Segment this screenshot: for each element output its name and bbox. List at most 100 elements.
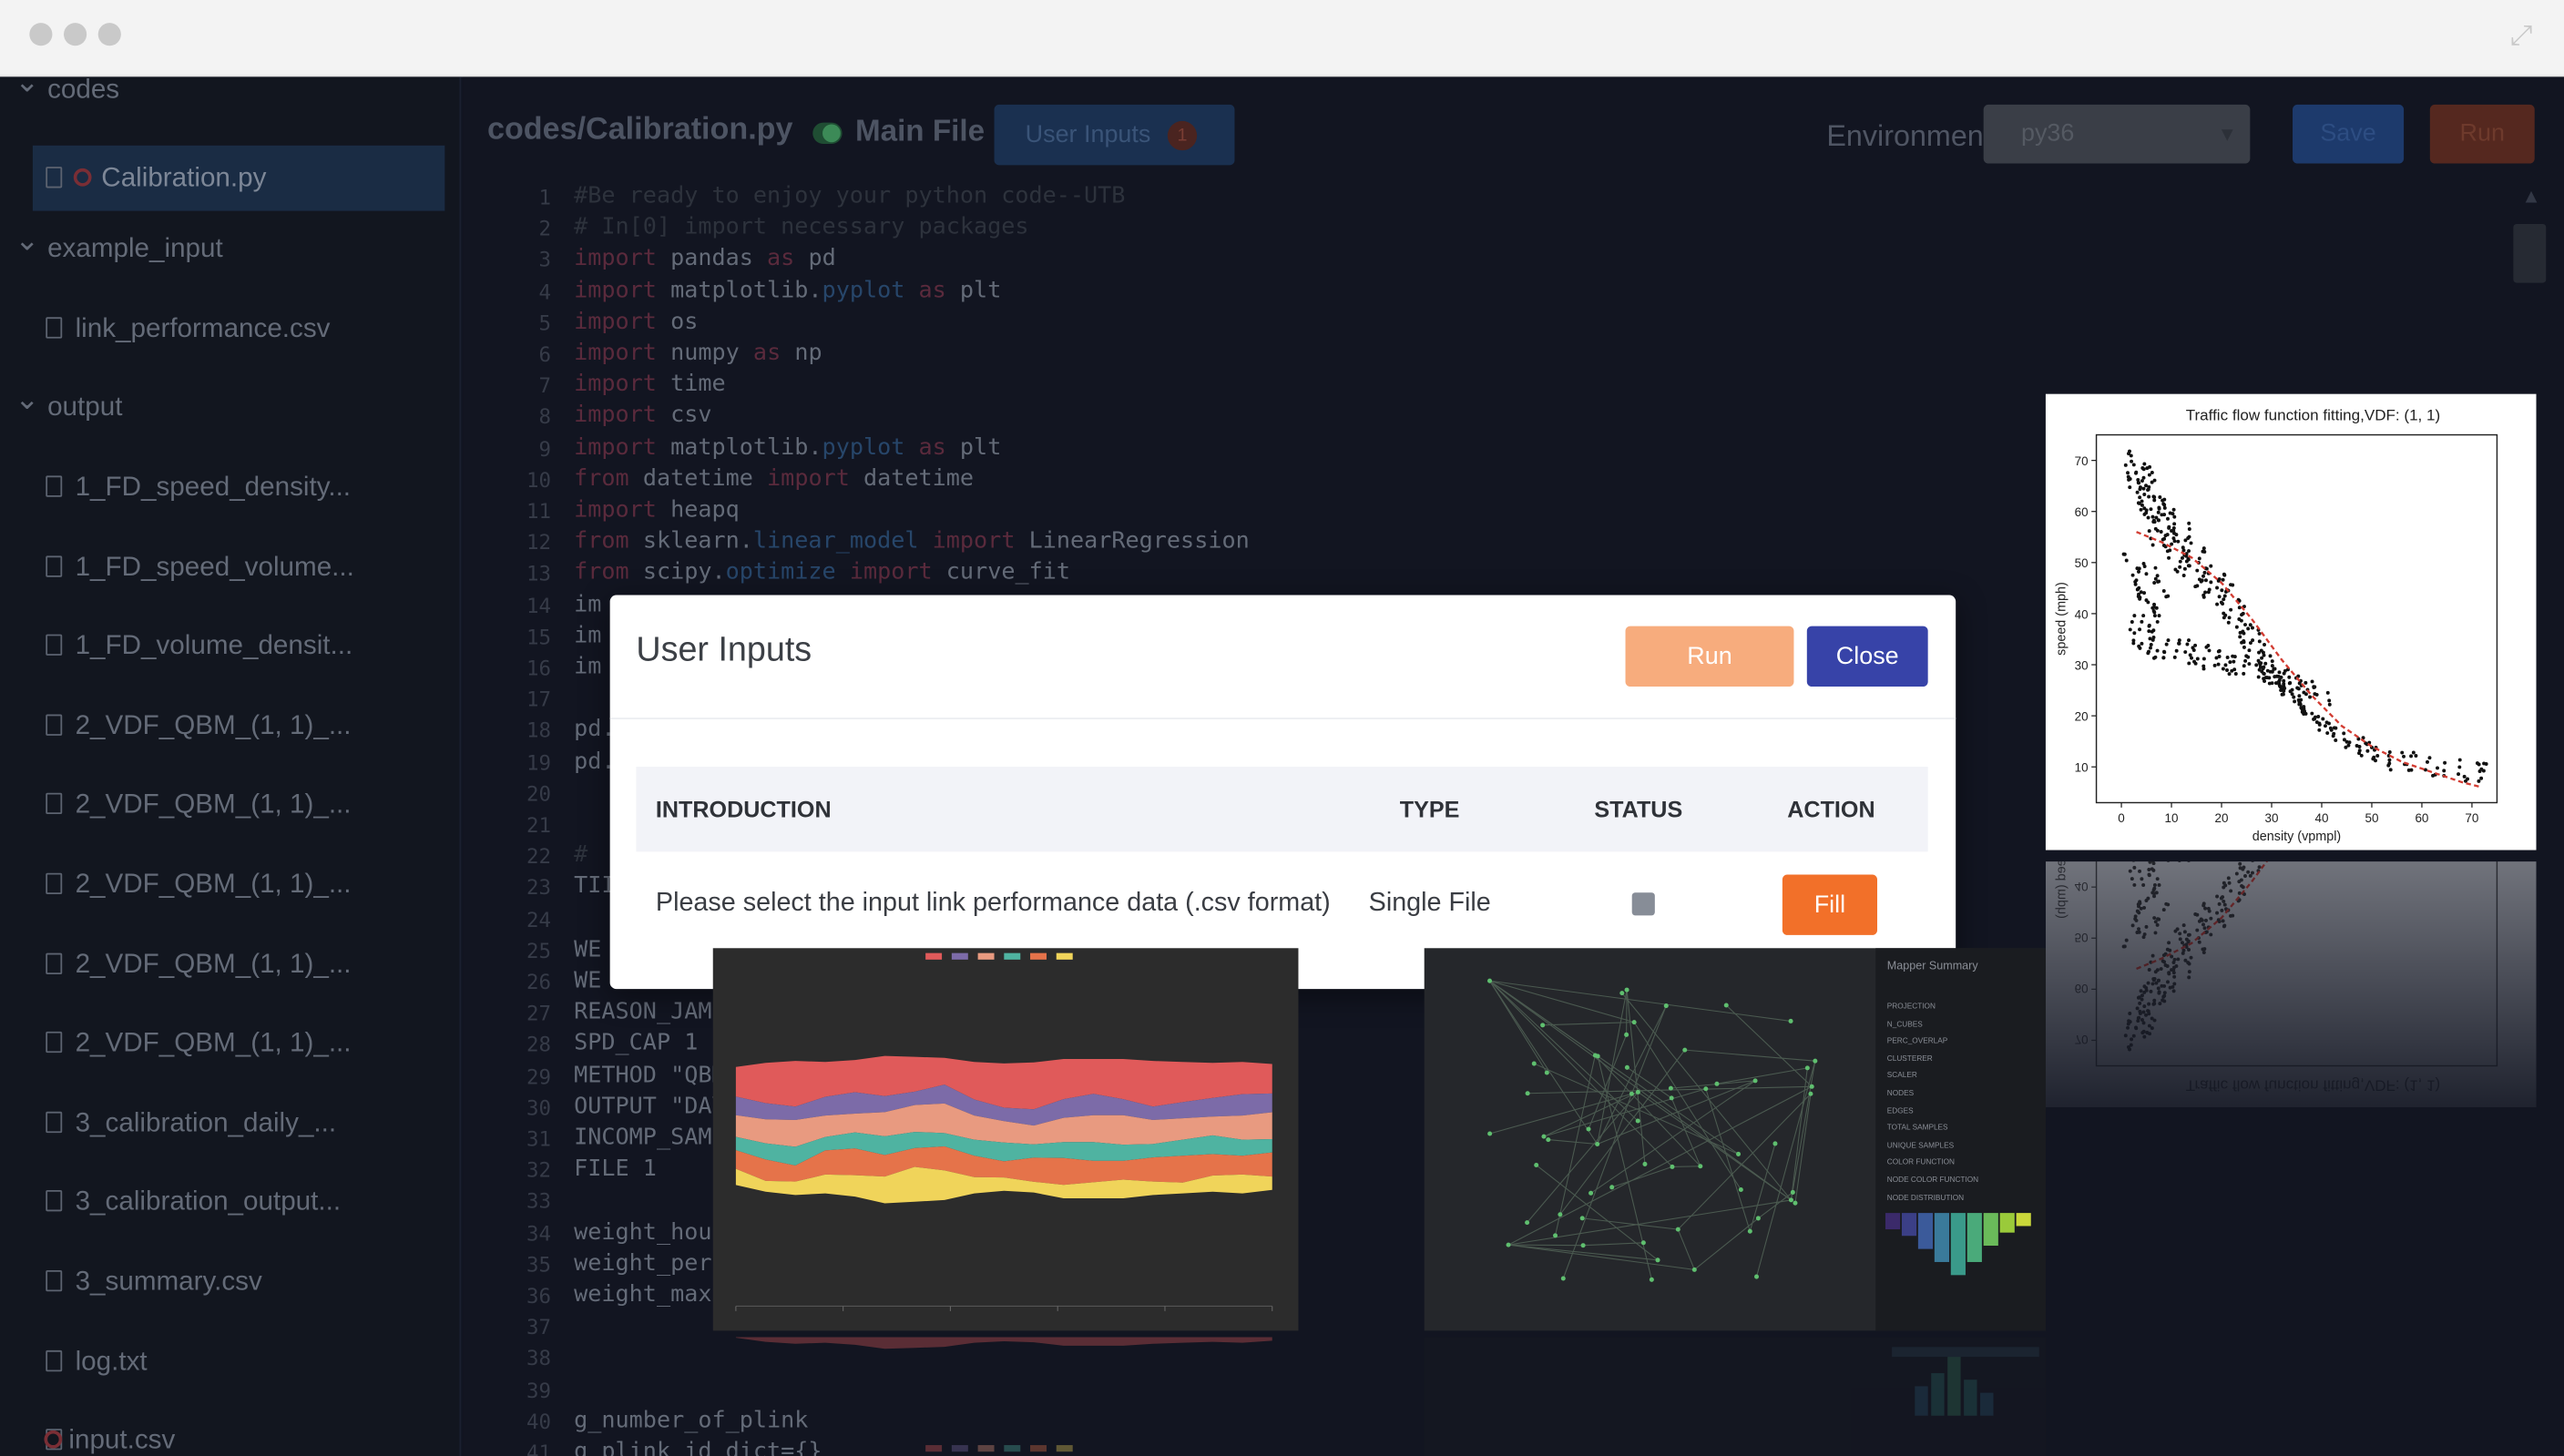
scatter-point xyxy=(2302,705,2306,709)
line-number: 30 xyxy=(526,1095,552,1120)
code-line: # xyxy=(574,841,588,869)
code-line: # In[0] import necessary packages xyxy=(574,214,1029,241)
chevron-down-icon[interactable]: ⌄ xyxy=(15,375,39,433)
chevron-down-icon[interactable]: ⌄ xyxy=(15,76,39,114)
chevron-down-icon[interactable]: ⌄ xyxy=(15,216,39,273)
main-file-toggle[interactable] xyxy=(812,122,843,144)
sidebar-file[interactable]: 1_FD_speed_volume... xyxy=(0,534,461,599)
sidebar-file[interactable]: 3_calibration_output... xyxy=(0,1169,461,1235)
sidebar-file[interactable]: 2_VDF_QBM_(1, 1)_... xyxy=(0,851,461,917)
modal-close-button[interactable]: Close xyxy=(1806,626,1928,687)
environment-select[interactable]: py36 ▼ xyxy=(1983,104,2251,164)
sidebar-folder[interactable]: ⌄ example_input xyxy=(0,216,461,281)
code-line: import time xyxy=(574,371,726,398)
scatter-point xyxy=(2138,495,2142,500)
sidebar-file[interactable]: 2_VDF_QBM_(1, 1)_... xyxy=(0,693,461,759)
scrollbar-thumb[interactable] xyxy=(2513,223,2547,283)
sidebar-file[interactable]: log.txt xyxy=(0,1329,461,1394)
scatter-point xyxy=(2142,565,2147,569)
scatter-point xyxy=(2268,654,2273,658)
line-number: 9 xyxy=(538,435,552,461)
sidebar-file[interactable]: Calibration.py xyxy=(32,145,445,210)
scatter-point xyxy=(2147,494,2151,499)
code-line: FILE 1 xyxy=(574,1156,657,1183)
scatter-point xyxy=(2195,568,2200,573)
sidebar-file[interactable]: 1_FD_speed_density... xyxy=(0,454,461,520)
sidebar-file[interactable]: 2_VDF_QBM_(1, 1)_... xyxy=(0,772,461,838)
fill-button[interactable]: Fill xyxy=(1782,874,1878,935)
user-inputs-button[interactable]: User Inputs 1 xyxy=(994,104,1235,166)
scatter-point xyxy=(2212,663,2217,667)
user-inputs-label: User Inputs xyxy=(1025,120,1151,149)
line-number: 36 xyxy=(526,1283,552,1308)
sidebar-folder[interactable]: ⌄ output xyxy=(0,375,461,441)
sidebar-file[interactable]: input.csv xyxy=(0,1408,461,1456)
save-button[interactable]: Save xyxy=(2293,104,2405,164)
scatter-point xyxy=(2177,641,2181,646)
scatter-point xyxy=(2130,459,2134,463)
streamgraph-reflection xyxy=(713,1337,1299,1456)
sidebar-item-label: output xyxy=(47,392,123,423)
scatter-point xyxy=(2161,589,2166,593)
scatter-point xyxy=(2142,506,2147,511)
scatter-point xyxy=(2146,487,2150,492)
code-line: weight_hour xyxy=(574,1218,726,1246)
scatter-point xyxy=(2479,776,2484,780)
expand-icon[interactable]: ⤢ xyxy=(2505,20,2538,53)
scatter-point xyxy=(2242,638,2246,643)
window-dot-icon[interactable] xyxy=(64,23,87,46)
sidebar-file[interactable]: 3_calibration_daily_... xyxy=(0,1090,461,1156)
scatter-point xyxy=(2150,629,2154,634)
scatter-point xyxy=(2176,539,2181,544)
scatter-point xyxy=(2342,731,2346,736)
scatter-point xyxy=(2221,667,2225,671)
scatter-point xyxy=(2126,471,2130,475)
sidebar-item-label: 2_VDF_QBM_(1, 1)_... xyxy=(75,949,352,979)
mapper-node xyxy=(1772,1141,1778,1146)
mapper-node xyxy=(1808,1091,1813,1096)
line-number: 12 xyxy=(526,530,552,555)
mapper-node xyxy=(1540,1023,1546,1028)
x-tick-label: 60 xyxy=(2415,811,2428,825)
scatter-point xyxy=(2388,768,2393,772)
scatter-point xyxy=(2168,511,2172,515)
scatter-point xyxy=(2137,569,2140,574)
scatter-point xyxy=(2221,577,2225,582)
window-dot-icon[interactable] xyxy=(97,23,121,46)
line-number: 40 xyxy=(526,1409,552,1434)
x-tick-label: 0 xyxy=(2118,811,2124,825)
line-number: 14 xyxy=(526,592,552,617)
scatter-point xyxy=(2237,617,2242,621)
sidebar-file[interactable]: 2_VDF_QBM_(1, 1)_... xyxy=(0,932,461,997)
file-icon xyxy=(46,793,63,815)
scatter-point xyxy=(2201,546,2206,551)
file-icon xyxy=(46,1349,63,1371)
scatter-point xyxy=(2229,607,2233,612)
scatter-point xyxy=(2174,648,2179,653)
y-tick-label: 10 xyxy=(2075,761,2089,775)
mapper-summary-row: NODES xyxy=(1886,1088,1915,1097)
mapper-node xyxy=(1544,1070,1549,1075)
scatter-point xyxy=(2247,662,2252,667)
sidebar-file[interactable]: 1_FD_volume_densit... xyxy=(0,614,461,679)
scroll-up-icon[interactable]: ▲ xyxy=(2515,185,2548,208)
scatter-point xyxy=(2142,591,2147,596)
sidebar-file[interactable]: 2_VDF_QBM_(1, 1)_... xyxy=(0,1011,461,1076)
line-number: 6 xyxy=(538,341,552,367)
run-button[interactable]: Run xyxy=(2429,104,2535,164)
scatter-point xyxy=(2308,695,2313,699)
sidebar-file[interactable]: 3_summary.csv xyxy=(0,1249,461,1315)
scatter-point xyxy=(2231,583,2235,587)
modal-run-button[interactable]: Run xyxy=(1625,626,1794,687)
line-number: 37 xyxy=(526,1314,552,1339)
scatter-point xyxy=(2166,516,2170,521)
scatter-point xyxy=(2466,777,2470,781)
window-dot-icon[interactable] xyxy=(29,23,53,46)
scatter-point xyxy=(2222,616,2226,620)
sidebar-file[interactable]: link_performance.csv xyxy=(0,296,461,361)
scatter-point xyxy=(2313,692,2317,697)
sidebar-folder[interactable]: ⌄ codes xyxy=(0,76,461,122)
scatter-point xyxy=(2246,655,2251,659)
scatter-point xyxy=(2217,577,2222,582)
status-checkbox[interactable] xyxy=(1631,892,1655,916)
